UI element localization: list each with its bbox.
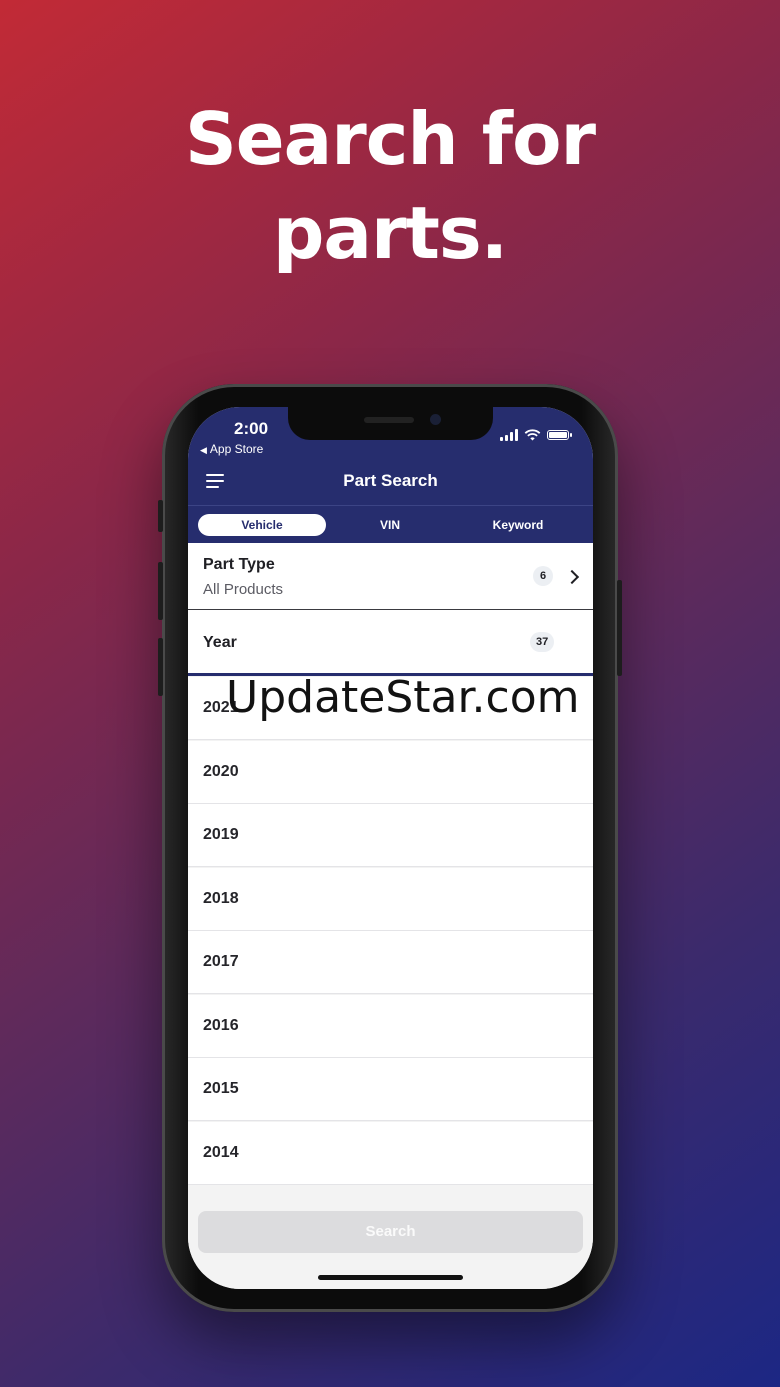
search-mode-tabs: Vehicle VIN Keyword [188,505,593,543]
home-indicator[interactable] [318,1275,463,1280]
year-option-label: 2020 [203,763,239,780]
year-label: Year [203,634,237,651]
year-option-label: 2017 [203,953,239,970]
back-to-app-store-link[interactable]: ◀ App Store [200,442,263,456]
phone-power-button [617,580,622,676]
wifi-icon [524,429,541,441]
year-option-label: 2016 [203,1017,239,1034]
phone-volume-up [158,562,163,620]
back-triangle-icon: ◀ [200,445,207,455]
watermark-text: UpdateStar.com [226,672,580,723]
camera-icon [430,414,441,425]
year-option-2016[interactable]: 2016 [188,995,593,1058]
headline-line-1: Search for [184,97,596,181]
part-type-selector[interactable]: Part Type All Products 6 [188,543,593,610]
year-option-2014[interactable]: 2014 [188,1122,593,1185]
tab-vehicle[interactable]: Vehicle [198,514,326,536]
year-option-2015[interactable]: 2015 [188,1058,593,1121]
phone-mute-switch [158,500,163,532]
year-option-label: 2015 [203,1080,239,1097]
page-title: Part Search [343,471,438,490]
part-type-value: All Products [203,581,284,598]
speaker-grille [364,417,414,423]
search-button[interactable]: Search [198,1211,583,1253]
battery-icon [547,430,572,440]
bottom-action-bar: Search [188,1185,593,1289]
year-option-2017[interactable]: 2017 [188,931,593,994]
status-icons [500,429,572,441]
year-option-2018[interactable]: 2018 [188,868,593,931]
tab-vin[interactable]: VIN [326,514,454,536]
signal-icon [500,429,518,441]
year-option-label: 2014 [203,1144,239,1161]
status-time: 2:00 [234,419,269,438]
back-label: App Store [209,442,264,456]
year-option-2019[interactable]: 2019 [188,804,593,867]
phone-volume-down [158,638,163,696]
chevron-right-icon [564,569,580,585]
promo-headline: Search for parts. [0,92,780,280]
year-option-label: 2018 [203,890,239,907]
year-option-2020[interactable]: 2020 [188,741,593,804]
year-selector[interactable]: Year 37 [188,610,593,676]
part-type-label: Part Type [203,556,275,573]
year-count-badge: 37 [530,632,555,652]
year-option-label: 2019 [203,826,239,843]
headline-line-2: parts. [272,191,508,275]
tab-keyword[interactable]: Keyword [454,514,582,536]
phone-notch [288,407,493,440]
phone-screen: 2:00 ◀ App Store Part Search Vehicle VIN … [188,407,593,1289]
part-type-count-badge: 6 [533,566,553,586]
